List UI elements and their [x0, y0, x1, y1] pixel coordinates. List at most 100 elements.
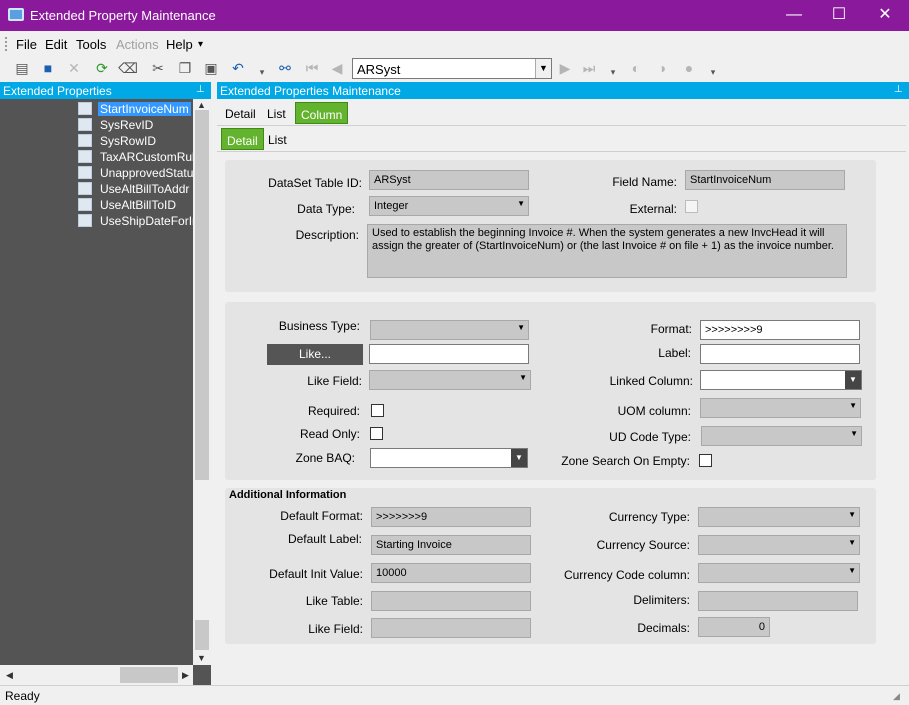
label-input[interactable]	[700, 344, 860, 364]
zone-search-label: Zone Search On Empty:	[561, 454, 690, 468]
record-selector[interactable]: ARSyst ▼	[352, 58, 552, 79]
menu-edit[interactable]: Edit	[45, 37, 67, 52]
prev-record-icon[interactable]: ◀	[327, 58, 347, 78]
property-icon	[78, 102, 92, 115]
tab-list[interactable]: List	[262, 100, 291, 126]
zone-search-checkbox[interactable]	[699, 454, 712, 467]
first-record-icon[interactable]: ⏮	[302, 58, 322, 78]
tree-item-label: UseAltBillToAddr	[100, 182, 190, 196]
copy-icon[interactable]: ❐	[175, 58, 195, 78]
tree-item-useshipdateforin[interactable]: UseShipDateForIn	[78, 214, 193, 230]
menu-file[interactable]: File	[16, 37, 37, 52]
like-field-dropdown[interactable]: ▼	[369, 370, 531, 390]
currency-type-dropdown[interactable]: ▼	[698, 507, 860, 527]
menu-tools[interactable]: Tools	[76, 37, 106, 52]
save-icon[interactable]: ■	[38, 58, 58, 78]
tree-item-label: SysRowID	[100, 134, 157, 148]
maximize-button[interactable]: ☐	[816, 0, 862, 31]
close-button[interactable]: ✕	[862, 0, 908, 31]
clear-icon[interactable]: ⌫	[118, 58, 138, 78]
tree-item-usealtbilltoaddr[interactable]: UseAltBillToAddr	[78, 182, 191, 198]
menu-actions[interactable]: Actions	[116, 37, 159, 52]
home-icon[interactable]: ●	[679, 58, 699, 78]
currency-source-label: Currency Source:	[596, 538, 690, 552]
uom-column-dropdown[interactable]: ▼	[700, 398, 861, 418]
horizontal-scroll-thumb[interactable]	[120, 667, 178, 683]
scroll-left-icon[interactable]: ◀	[6, 670, 13, 681]
chevron-down-icon: ▼	[850, 429, 858, 438]
tab-detail[interactable]: Detail	[220, 100, 261, 126]
business-type-dropdown[interactable]: ▼	[370, 320, 529, 340]
external-checkbox[interactable]	[685, 200, 698, 213]
cut-icon[interactable]: ✂	[148, 58, 168, 78]
tree-item-label: UnapprovedStatu	[100, 166, 194, 180]
description-label: Description:	[295, 228, 359, 242]
paste-icon[interactable]: ▣	[201, 58, 221, 78]
label-label: Label:	[658, 346, 691, 360]
scroll-right-icon[interactable]: ▶	[182, 670, 189, 681]
subtab-detail[interactable]: Detail	[221, 128, 264, 150]
binoculars-icon[interactable]: ⚯	[275, 58, 295, 78]
tab-column[interactable]: Column	[295, 102, 349, 124]
window-title: Extended Property Maintenance	[30, 8, 216, 23]
like-input[interactable]	[369, 344, 529, 364]
zone-baq-dropdown[interactable]: ▼	[370, 448, 528, 468]
sub-tabs: Detail List	[217, 126, 906, 152]
back-icon[interactable]: ◐	[626, 58, 646, 78]
property-icon	[78, 118, 92, 131]
last-record-icon[interactable]: ⏭	[579, 58, 599, 78]
pin-icon[interactable]: ⊥	[894, 84, 903, 95]
undo-dropdown-icon[interactable]: ▾	[252, 62, 272, 82]
tree-item-usealtbilltoid[interactable]: UseAltBillToID	[78, 198, 178, 214]
scroll-down-icon[interactable]: ▼	[197, 653, 206, 663]
dataset-table-id-label: DataSet Table ID:	[268, 176, 362, 190]
subtab-list[interactable]: List	[263, 126, 292, 152]
read-only-checkbox[interactable]	[370, 427, 383, 440]
delete-icon[interactable]: ✕	[64, 58, 84, 78]
scroll-thumb-lower[interactable]	[195, 620, 209, 650]
grip	[5, 37, 8, 51]
nav-dropdown-icon[interactable]: ▾	[603, 62, 623, 82]
refresh-icon[interactable]: ⟳	[92, 58, 112, 78]
like-table-label: Like Table:	[305, 594, 363, 608]
tree-item-startinvoicenum[interactable]: StartInvoiceNum	[78, 102, 191, 118]
scroll-thumb[interactable]	[195, 110, 209, 480]
pin-icon[interactable]: ⊥	[196, 84, 205, 95]
resize-grip-icon[interactable]: ◢	[893, 691, 900, 702]
undo-icon[interactable]: ↶	[228, 58, 248, 78]
new-icon[interactable]: ▤	[12, 58, 32, 78]
linked-column-dropdown[interactable]: ▼	[700, 370, 862, 390]
data-type-dropdown[interactable]: Integer ▼	[369, 196, 529, 216]
toolbar-overflow-icon[interactable]: ▾	[703, 62, 723, 82]
additional-like-field-label: Like Field:	[308, 622, 363, 636]
chevron-down-icon: ▼	[511, 449, 527, 467]
like-table-field	[371, 591, 531, 611]
like-button[interactable]: Like...	[267, 344, 363, 365]
decimals-label: Decimals:	[637, 621, 690, 635]
minimize-button[interactable]: —	[771, 0, 817, 31]
property-icon	[78, 214, 92, 227]
scroll-up-icon[interactable]: ▲	[197, 100, 206, 110]
tree-item-label: UseShipDateForIn	[100, 214, 193, 228]
forward-icon[interactable]: ◑	[652, 58, 672, 78]
tree-item-taxarcustomrul[interactable]: TaxARCustomRul	[78, 150, 197, 166]
format-input[interactable]: >>>>>>>>9	[700, 320, 860, 340]
default-label-field: Starting Invoice	[371, 535, 531, 555]
currency-source-dropdown[interactable]: ▼	[698, 535, 860, 555]
ud-code-type-dropdown[interactable]: ▼	[701, 426, 862, 446]
required-checkbox[interactable]	[371, 404, 384, 417]
currency-code-column-dropdown[interactable]: ▼	[698, 563, 860, 583]
tree-item-unapprovedstatu[interactable]: UnapprovedStatu	[78, 166, 195, 182]
default-format-label: Default Format:	[280, 509, 363, 523]
tree-item-sysrowid[interactable]: SysRowID	[78, 134, 158, 150]
tree-item-sysrevid[interactable]: SysRevID	[78, 118, 155, 134]
linked-column-label: Linked Column:	[609, 374, 693, 388]
menu-overflow-icon[interactable]: ▾	[198, 39, 203, 50]
menu-help[interactable]: Help	[166, 37, 193, 52]
chevron-down-icon[interactable]: ▼	[535, 59, 551, 78]
format-label: Format:	[650, 322, 692, 336]
field-name-field: StartInvoiceNum	[685, 170, 845, 190]
property-icon	[78, 150, 92, 163]
right-panel-title: Extended Properties Maintenance	[220, 84, 401, 98]
next-record-icon[interactable]: ▶	[555, 58, 575, 78]
